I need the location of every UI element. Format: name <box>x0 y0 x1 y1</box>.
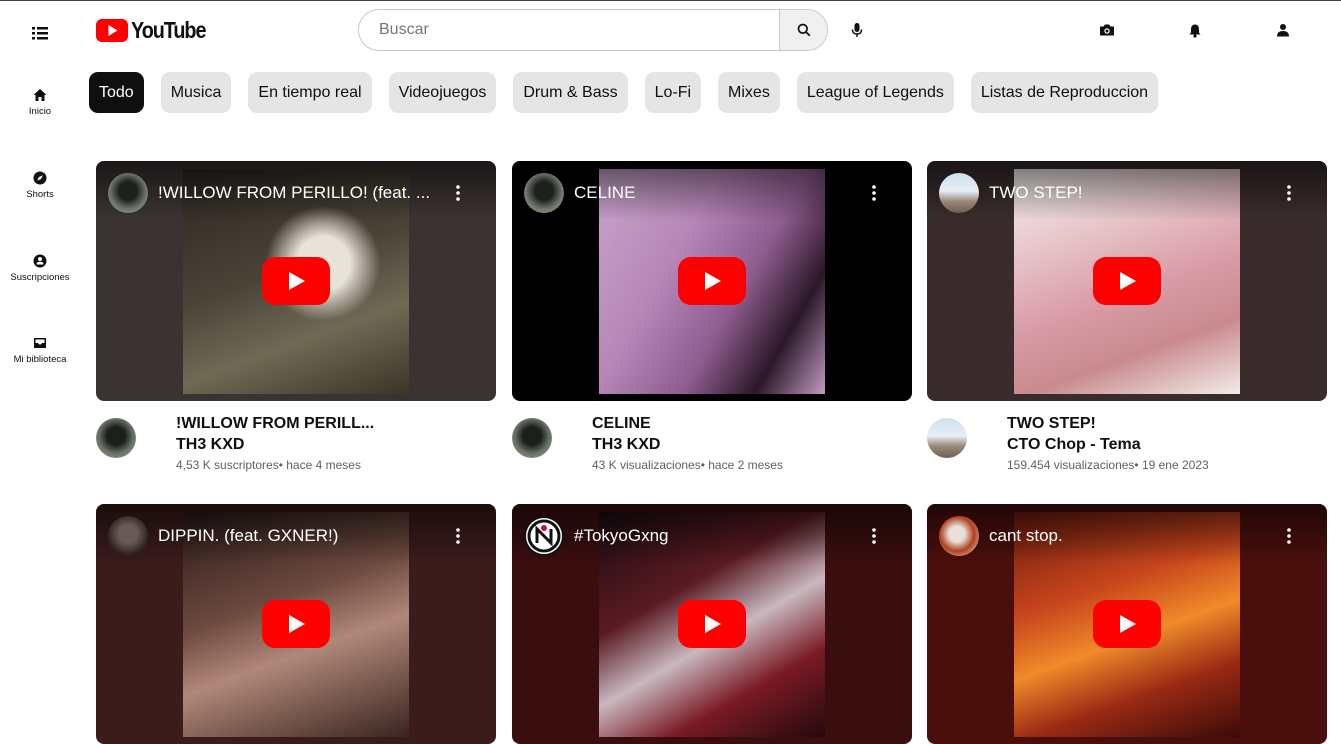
overlay-video-title: !WILLOW FROM PERILLO! (feat. ... <box>158 183 431 202</box>
overlay-video-title: TWO STEP! <box>989 183 1083 202</box>
logo-text: YouTube <box>131 17 206 43</box>
video-thumbnail[interactable]: !WILLOW FROM PERILLO! (feat. ... <box>96 161 496 401</box>
video-card: DIPPIN. (feat. GXNER!) <box>96 504 496 744</box>
chip-musica[interactable]: Musica <box>160 72 232 113</box>
library-icon <box>34 338 46 348</box>
chip-videojuegos[interactable]: Videojuegos <box>388 72 497 113</box>
search-bar <box>358 9 828 51</box>
play-button-icon[interactable] <box>262 600 330 648</box>
channel-avatar[interactable] <box>524 516 564 556</box>
video-stats: 43 K visualizaciones• hace 2 meses <box>592 458 783 472</box>
video-thumbnail[interactable]: DIPPIN. (feat. GXNER!) <box>96 504 496 744</box>
video-thumbnail[interactable]: #TokyoGxng <box>512 504 912 744</box>
sidebar-item-suscripciones[interactable]: Suscripciones <box>0 253 80 283</box>
youtube-logo-icon <box>96 19 128 42</box>
sidebar-item-label: Suscripciones <box>10 272 70 283</box>
video-stats: 159.454 visualizaciones• 19 ene 2023 <box>1007 458 1209 472</box>
play-button-icon[interactable] <box>262 257 330 305</box>
video-thumbnail[interactable]: CELINE <box>512 161 912 401</box>
sidebar-item-label: Inicio <box>28 106 52 117</box>
sidebar-item-label: Shorts <box>26 189 54 200</box>
chip-drum-and-bass[interactable]: Drum & Bass <box>513 72 628 113</box>
chip-lo-fi[interactable]: Lo-Fi <box>644 72 702 113</box>
video-thumbnail[interactable]: TWO STEP! <box>927 161 1327 401</box>
overlay-video-title: cant stop. <box>989 526 1063 545</box>
menu-icon[interactable] <box>28 22 52 44</box>
sidebar-item-shorts[interactable]: Shorts <box>0 170 80 200</box>
account-icon[interactable] <box>1273 20 1293 40</box>
sidebar-item-inicio[interactable]: Inicio <box>0 87 80 117</box>
search-icon <box>797 23 810 37</box>
channel-avatar[interactable] <box>108 173 148 213</box>
home-icon <box>33 89 47 101</box>
overlay-video-title: CELINE <box>574 183 636 202</box>
channel-avatar[interactable] <box>108 516 148 556</box>
more-options-icon[interactable] <box>864 183 884 203</box>
play-button-icon[interactable] <box>678 600 746 648</box>
video-stats: 4,53 K suscriptores• hace 4 meses <box>176 458 361 472</box>
overlay-video-title: #TokyoGxng <box>574 526 669 545</box>
channel-avatar[interactable] <box>939 173 979 213</box>
more-options-icon[interactable] <box>1279 183 1299 203</box>
play-button-icon[interactable] <box>1093 600 1161 648</box>
channel-avatar[interactable] <box>927 418 967 458</box>
video-thumbnail[interactable]: cant stop. <box>927 504 1327 744</box>
create-video-icon[interactable] <box>1097 20 1117 40</box>
video-title[interactable]: !WILLOW FROM PERILL... <box>176 415 374 433</box>
more-options-icon[interactable] <box>448 526 468 546</box>
compass-icon <box>33 171 47 185</box>
video-card: CELINE CELINE TH3 KXD 43 K visualizacion… <box>512 161 912 485</box>
window-top-border <box>0 0 1341 1</box>
chip-en-tiempo-real[interactable]: En tiempo real <box>248 72 372 113</box>
subscriptions-icon <box>33 254 47 268</box>
video-meta: !WILLOW FROM PERILL... TH3 KXD 4,53 K su… <box>96 415 496 485</box>
channel-name[interactable]: TH3 KXD <box>592 436 660 454</box>
video-card: cant stop. <box>927 504 1327 744</box>
overlay-video-title: DIPPIN. (feat. GXNER!) <box>158 526 339 545</box>
channel-avatar[interactable] <box>512 418 552 458</box>
more-options-icon[interactable] <box>448 183 468 203</box>
chip-listas-de-reproduccion[interactable]: Listas de Reproduccion <box>970 72 1159 113</box>
sidebar-item-label: Mi biblioteca <box>13 354 67 365</box>
youtube-logo[interactable]: YouTube <box>96 17 218 44</box>
channel-name[interactable]: TH3 KXD <box>176 436 244 454</box>
notifications-bell-icon[interactable] <box>1185 20 1205 40</box>
more-options-icon[interactable] <box>1279 526 1299 546</box>
more-options-icon[interactable] <box>864 526 884 546</box>
channel-avatar[interactable] <box>939 516 979 556</box>
video-card: #TokyoGxng <box>512 504 912 744</box>
channel-name[interactable]: CTO Chop - Tema <box>1007 436 1141 454</box>
microphone-icon[interactable] <box>847 20 867 40</box>
video-title[interactable]: TWO STEP! <box>1007 415 1096 433</box>
search-input[interactable] <box>359 10 779 50</box>
video-card: TWO STEP! TWO STEP! CTO Chop - Tema 159.… <box>927 161 1327 485</box>
sidebar-item-biblioteca[interactable]: Mi biblioteca <box>0 335 80 365</box>
video-meta: TWO STEP! CTO Chop - Tema 159.454 visual… <box>927 415 1327 485</box>
search-button[interactable] <box>779 10 827 50</box>
video-card: !WILLOW FROM PERILLO! (feat. ... !WILLOW… <box>96 161 496 485</box>
channel-avatar[interactable] <box>96 418 136 458</box>
chip-mixes[interactable]: Mixes <box>718 72 780 113</box>
video-title[interactable]: CELINE <box>592 415 651 433</box>
video-meta: CELINE TH3 KXD 43 K visualizaciones• hac… <box>512 415 912 485</box>
play-button-icon[interactable] <box>678 257 746 305</box>
filter-chips-bar: Todo Musica En tiempo real Videojuegos D… <box>89 72 1159 113</box>
channel-avatar[interactable] <box>524 173 564 213</box>
play-button-icon[interactable] <box>1093 257 1161 305</box>
chip-todo[interactable]: Todo <box>89 72 144 113</box>
chip-league-of-legends[interactable]: League of Legends <box>796 72 954 113</box>
